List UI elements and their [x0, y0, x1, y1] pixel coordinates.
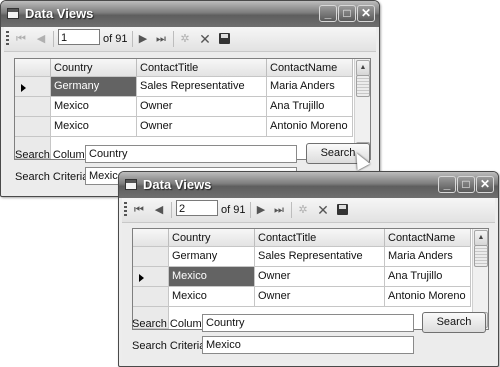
table-cell[interactable]: Sales Representative [137, 77, 267, 97]
window-title: Data Views [143, 177, 212, 192]
search-criteria-input[interactable]: Mexico [202, 336, 414, 354]
column-header-contact-name[interactable]: ContactName [385, 229, 471, 247]
title-bar[interactable]: Data Views _ □ ✕ [1, 1, 379, 27]
separator [291, 202, 292, 218]
column-header-contact-name[interactable]: ContactName [267, 59, 353, 77]
move-first-icon[interactable]: ⏮ [131, 202, 147, 218]
row-header[interactable] [133, 267, 169, 287]
column-header-country[interactable]: Country [169, 229, 255, 247]
table-cell[interactable]: Mexico [51, 97, 137, 117]
separator [132, 31, 133, 47]
scroll-thumb[interactable] [474, 245, 488, 267]
minimize-button[interactable]: _ [438, 176, 456, 193]
move-last-icon[interactable]: ⏭ [271, 202, 287, 218]
column-header-country[interactable]: Country [51, 59, 137, 77]
row-header[interactable] [15, 97, 51, 117]
table-cell[interactable]: Maria Anders [385, 247, 471, 267]
toolbar-grip[interactable] [124, 202, 127, 217]
search-column-label: Search Column: [132, 318, 211, 330]
save-icon[interactable] [219, 33, 230, 44]
move-next-icon[interactable]: ▶ [253, 202, 269, 218]
table-cell[interactable]: Antonio Moreno [385, 287, 471, 307]
binding-navigator: ⏮ ◀ 1 of 91 ▶ ⏭ ✲ ✕ [4, 27, 376, 52]
app-window-icon [7, 8, 19, 19]
data-views-window-1: Data Views _ □ ✕ ⏮ ◀ 1 of 91 ▶ ⏭ ✲ ✕ Cou… [0, 0, 380, 197]
row-header-corner [133, 229, 169, 247]
move-previous-icon[interactable]: ◀ [151, 202, 167, 218]
delete-icon[interactable]: ✕ [315, 202, 331, 218]
record-count-label: of 91 [221, 204, 246, 216]
maximize-button[interactable]: □ [457, 176, 475, 193]
delete-icon[interactable]: ✕ [197, 31, 213, 47]
scroll-thumb[interactable] [356, 75, 370, 97]
table-cell[interactable]: Ana Trujillo [385, 267, 471, 287]
scroll-up-icon[interactable]: ▲ [474, 230, 488, 246]
search-column-input[interactable]: Country [85, 145, 297, 163]
record-count-label: of 91 [103, 33, 128, 45]
app-window-icon [125, 179, 137, 190]
search-criteria-label: Search Criteria: [15, 171, 92, 183]
current-row-indicator [139, 274, 144, 282]
move-last-icon[interactable]: ⏭ [153, 31, 169, 47]
table-cell[interactable]: Antonio Moreno [267, 117, 353, 137]
scroll-up-icon[interactable]: ▲ [356, 60, 370, 76]
table-cell[interactable]: Maria Anders [267, 77, 353, 97]
table-cell[interactable]: Mexico [169, 287, 255, 307]
separator [53, 31, 54, 47]
minimize-button[interactable]: _ [319, 5, 337, 22]
window-title: Data Views [25, 6, 94, 21]
search-column-label: Search Column: [15, 149, 94, 161]
toolbar-grip[interactable] [6, 31, 9, 46]
table-cell[interactable]: Mexico [169, 267, 255, 287]
column-header-contact-title[interactable]: ContactTitle [137, 59, 267, 77]
maximize-button[interactable]: □ [338, 5, 356, 22]
table-cell[interactable]: Owner [137, 117, 267, 137]
table-cell[interactable]: Germany [51, 77, 137, 97]
row-header[interactable] [15, 77, 51, 97]
search-column-input[interactable]: Country [202, 314, 414, 332]
row-header[interactable] [133, 247, 169, 267]
close-button[interactable]: ✕ [357, 5, 375, 22]
search-criteria-label: Search Criteria: [132, 340, 209, 352]
table-cell[interactable]: Germany [169, 247, 255, 267]
add-new-icon[interactable]: ✲ [177, 31, 193, 47]
position-input[interactable]: 2 [176, 200, 218, 216]
table-cell[interactable]: Ana Trujillo [267, 97, 353, 117]
move-previous-icon[interactable]: ◀ [33, 31, 49, 47]
table-cell[interactable]: Owner [255, 287, 385, 307]
row-header[interactable] [133, 287, 169, 307]
separator [173, 31, 174, 47]
row-header[interactable] [15, 117, 51, 137]
close-button[interactable]: ✕ [476, 176, 494, 193]
separator [250, 202, 251, 218]
position-input[interactable]: 1 [58, 29, 100, 45]
move-next-icon[interactable]: ▶ [135, 31, 151, 47]
table-cell[interactable]: Sales Representative [255, 247, 385, 267]
current-row-indicator [21, 84, 26, 92]
table-cell[interactable]: Owner [137, 97, 267, 117]
add-new-icon[interactable]: ✲ [295, 202, 311, 218]
window-client: ⏮ ◀ 2 of 91 ▶ ⏭ ✲ ✕ Country ContactTitle… [122, 198, 495, 363]
save-icon[interactable] [337, 204, 348, 215]
separator [171, 202, 172, 218]
title-bar[interactable]: Data Views _ □ ✕ [119, 172, 498, 198]
column-header-contact-title[interactable]: ContactTitle [255, 229, 385, 247]
move-first-icon[interactable]: ⏮ [13, 31, 29, 47]
row-header-corner [15, 59, 51, 77]
search-button[interactable]: Search [422, 312, 486, 333]
table-cell[interactable]: Owner [255, 267, 385, 287]
table-cell[interactable]: Mexico [51, 117, 137, 137]
window-client: ⏮ ◀ 1 of 91 ▶ ⏭ ✲ ✕ Country ContactTitle… [4, 27, 376, 193]
data-views-window-2: Data Views _ □ ✕ ⏮ ◀ 2 of 91 ▶ ⏭ ✲ ✕ Cou… [118, 171, 499, 367]
binding-navigator: ⏮ ◀ 2 of 91 ▶ ⏭ ✲ ✕ [122, 198, 495, 223]
